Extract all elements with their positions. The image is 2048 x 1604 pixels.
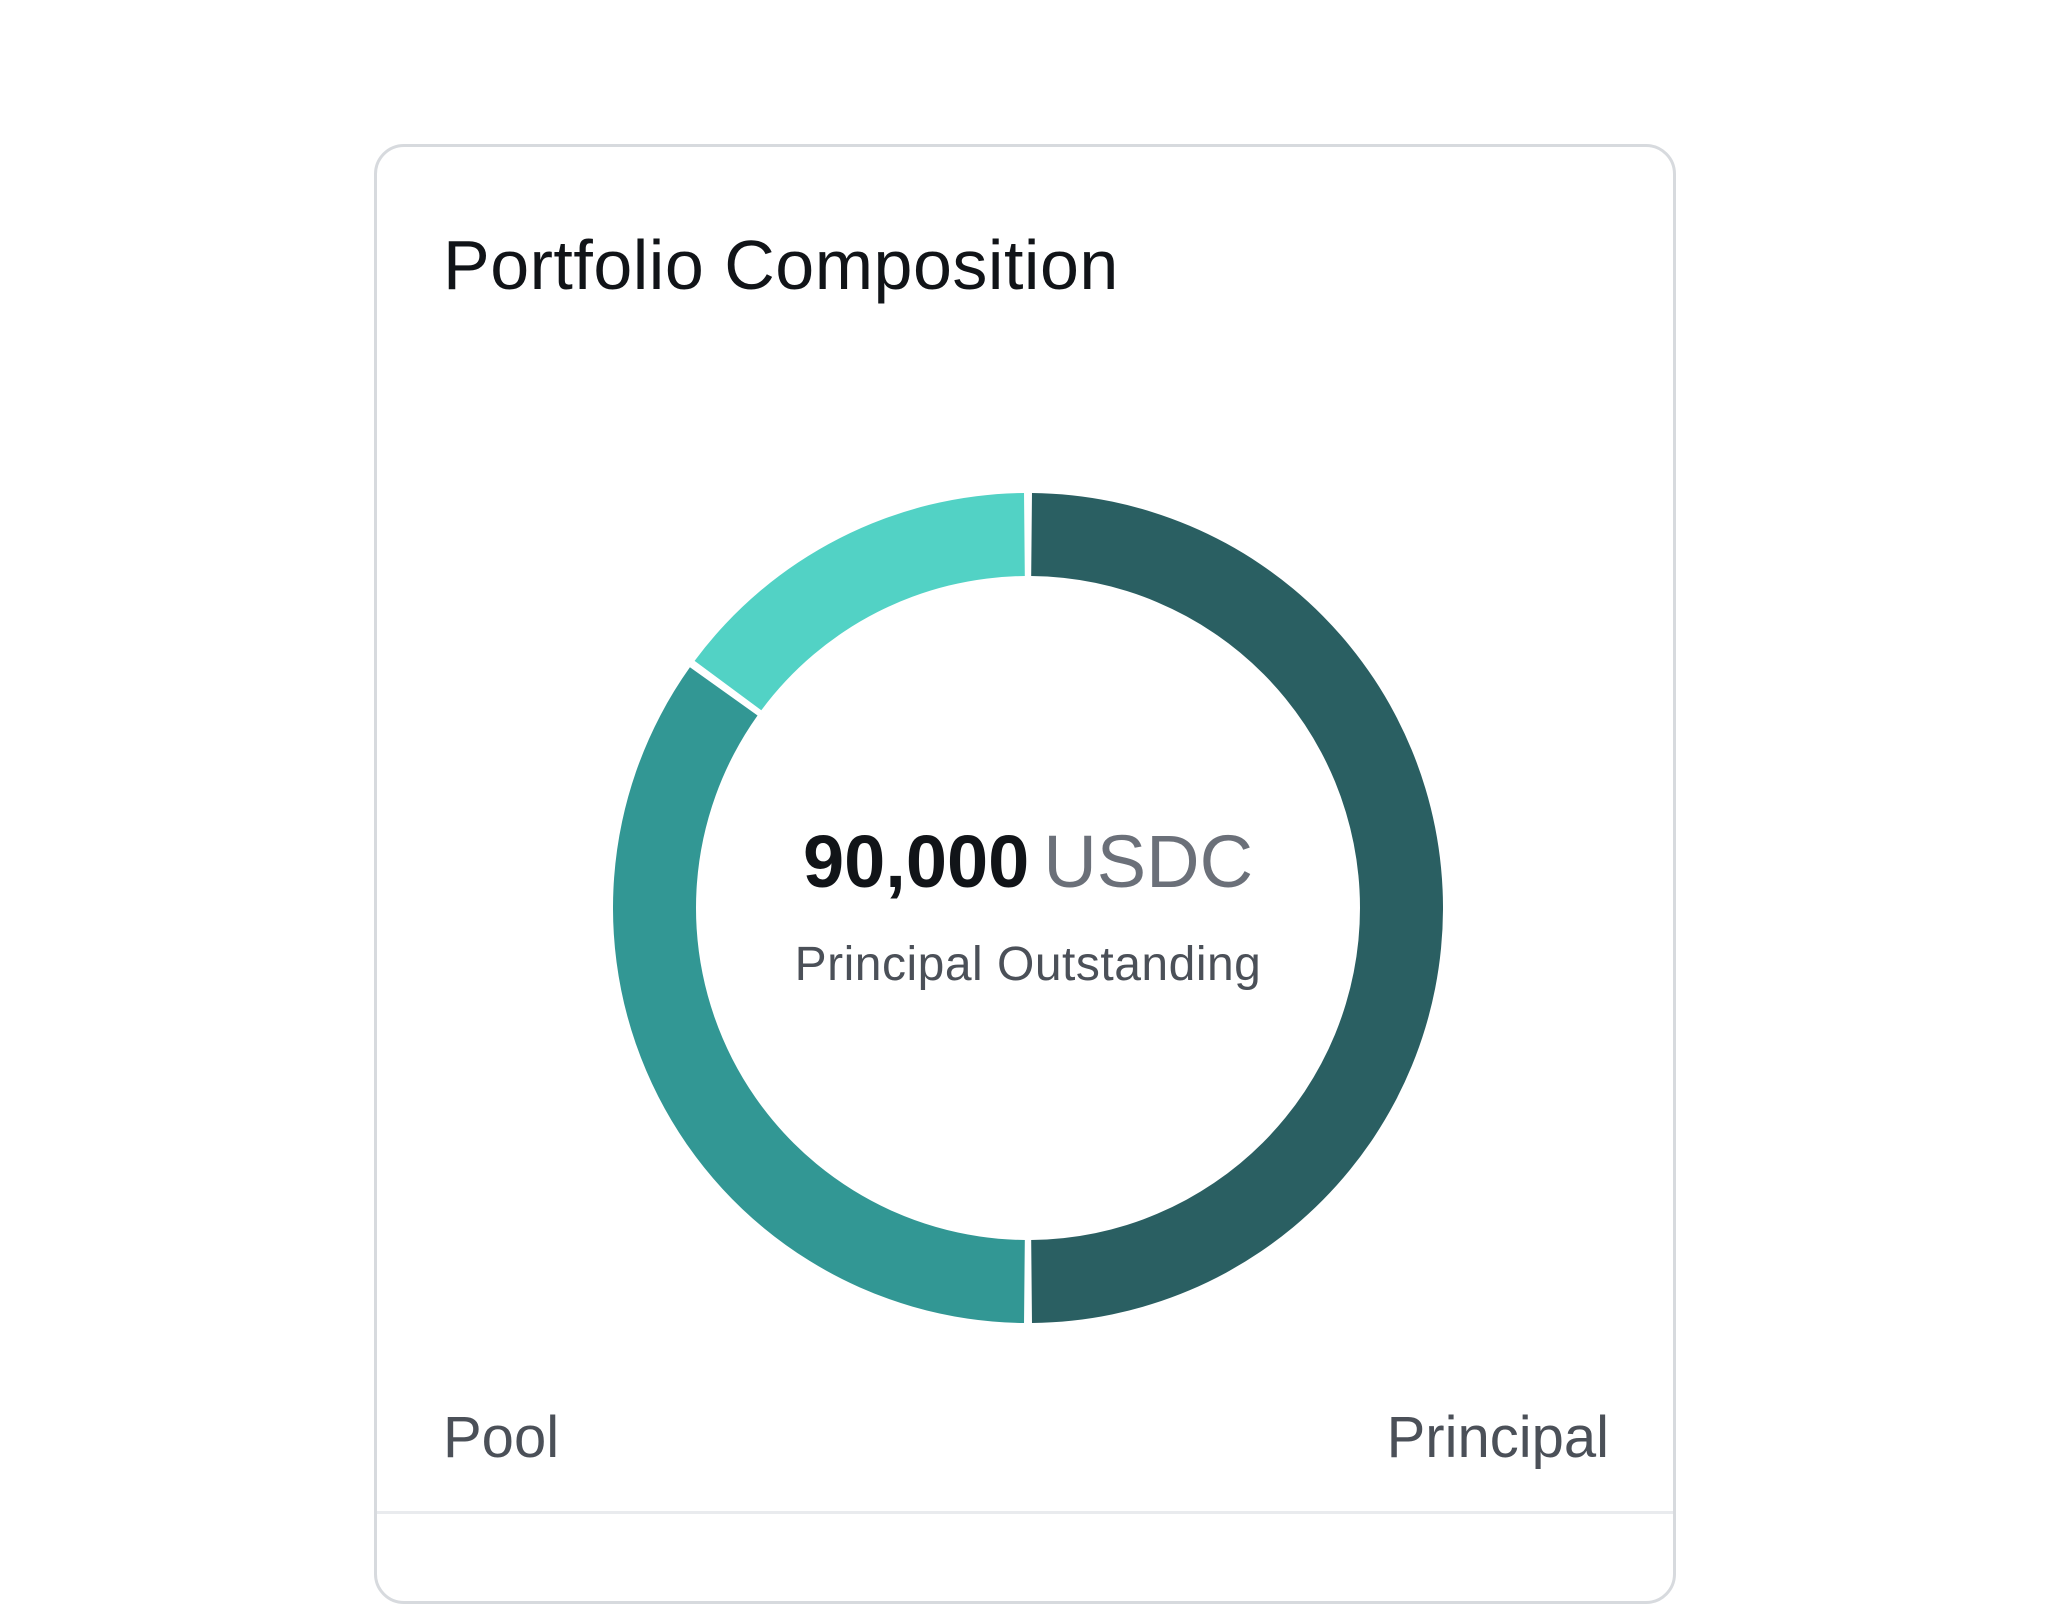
label-principal: Principal <box>1386 1405 1609 1470</box>
label-pool: Pool <box>443 1405 560 1470</box>
card-title: Portfolio Composition <box>443 226 1119 304</box>
card-divider <box>377 1511 1673 1514</box>
portfolio-composition-card: Portfolio Composition 90,000 USDC Princip… <box>374 144 1676 1604</box>
donut-segment-1 <box>1031 493 1443 1323</box>
donut-chart <box>613 493 1443 1323</box>
donut-segment-2 <box>613 667 1025 1323</box>
donut-segment-3 <box>694 493 1025 711</box>
